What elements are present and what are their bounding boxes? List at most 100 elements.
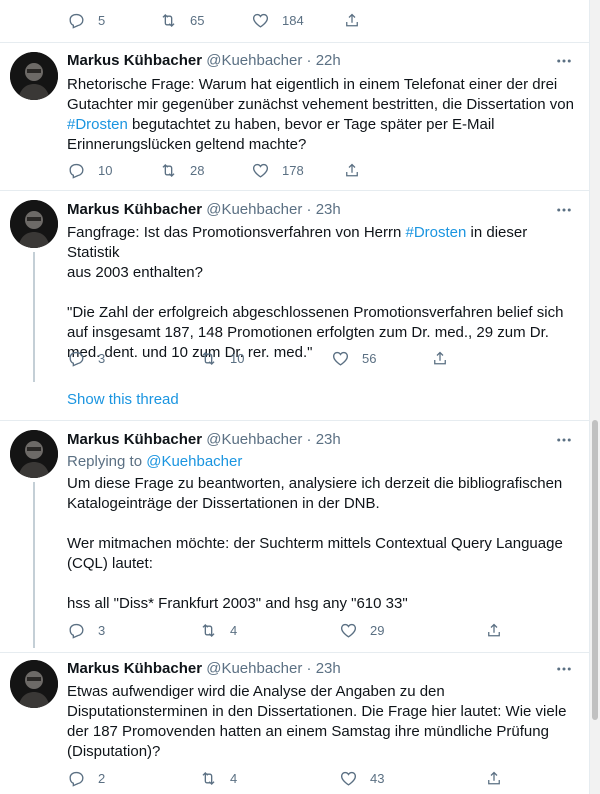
retweet-count: 10: [230, 350, 245, 366]
share-button[interactable]: [431, 349, 461, 368]
reply-icon: [69, 771, 84, 787]
share-icon: [346, 163, 358, 176]
tweet-text-part: in dieser Statistik aus 2003 enthalten? …: [67, 224, 564, 361]
avatar[interactable]: [10, 660, 58, 708]
author-handle[interactable]: @Kuehbacher: [206, 431, 302, 448]
show-thread-link[interactable]: Show this thread: [67, 391, 179, 408]
separator-dot: ·: [306, 660, 312, 677]
author-name[interactable]: Markus Kühbacher: [67, 201, 202, 218]
share-button[interactable]: [343, 11, 373, 30]
retweet-button[interactable]: 10: [159, 349, 291, 368]
like-count: 29: [370, 622, 385, 638]
retweet-button[interactable]: 28: [159, 161, 251, 180]
share-icon: [488, 771, 500, 784]
divider: [0, 652, 590, 653]
more-icon: [557, 208, 571, 212]
retweet-button[interactable]: 65: [159, 11, 251, 30]
author-name[interactable]: Markus Kühbacher: [67, 431, 202, 448]
tweet-header: Markus Kühbacher @Kuehbacher · 23h: [67, 660, 341, 678]
retweet-button[interactable]: 4: [199, 621, 339, 640]
like-button[interactable]: 29: [339, 621, 485, 640]
like-button[interactable]: 43: [339, 769, 485, 788]
reply-button[interactable]: 3: [67, 349, 159, 368]
heart-icon: [252, 163, 269, 178]
reply-icon: [69, 351, 84, 367]
retweet-count: 4: [230, 622, 238, 638]
more-button[interactable]: [555, 201, 573, 219]
reply-button[interactable]: 3: [67, 621, 199, 640]
replying-to: Replying to @Kuehbacher: [67, 452, 242, 472]
tweet-text-part: begutachtet zu haben, bevor er Tage spät…: [67, 116, 495, 153]
retweet-button[interactable]: 4: [199, 769, 339, 788]
tweet-text-part: Rhetorische Frage: Warum hat eigentlich …: [67, 76, 574, 113]
like-count: 184: [282, 12, 304, 28]
replying-to-handle[interactable]: @Kuehbacher: [146, 453, 242, 470]
tweet-text: Fangfrage: Ist das Promotionsverfahren v…: [67, 223, 577, 363]
share-button[interactable]: [485, 621, 515, 640]
reply-icon: [69, 13, 84, 29]
like-button[interactable]: 184: [251, 11, 343, 30]
reply-count: 10: [98, 162, 113, 178]
reply-icon: [69, 623, 84, 639]
heart-icon: [332, 351, 349, 366]
author-name[interactable]: Markus Kühbacher: [67, 660, 202, 677]
reply-count: 3: [98, 350, 106, 366]
hashtag-link[interactable]: #Drosten: [406, 224, 467, 241]
more-button[interactable]: [555, 52, 573, 70]
heart-icon: [252, 13, 269, 28]
retweet-icon: [202, 623, 215, 637]
tweet-text: Rhetorische Frage: Warum hat eigentlich …: [67, 75, 577, 155]
tweet-actions: 2 4 43: [67, 768, 515, 788]
tweet-actions: 3 4 29: [67, 620, 515, 640]
tweet-actions: 5 65 184: [67, 10, 373, 30]
like-button[interactable]: 178: [251, 161, 343, 180]
tweet-actions: 10 28 178: [67, 160, 373, 180]
more-button[interactable]: [555, 431, 573, 449]
tweet-text: Um diese Frage zu beantworten, analysier…: [67, 475, 563, 612]
timeline: 5 65 184 Markus Kühbacher @Kuehbacher · …: [0, 0, 590, 794]
thread-connector: [33, 252, 35, 382]
reply-button[interactable]: 5: [67, 11, 159, 30]
author-handle[interactable]: @Kuehbacher: [206, 52, 302, 69]
divider: [0, 420, 590, 421]
tweet-header: Markus Kühbacher @Kuehbacher · 23h: [67, 431, 341, 449]
heart-icon: [340, 623, 357, 638]
divider: [0, 42, 590, 43]
author-handle[interactable]: @Kuehbacher: [206, 660, 302, 677]
timestamp[interactable]: 23h: [316, 660, 341, 677]
like-button[interactable]: 56: [291, 349, 431, 368]
avatar[interactable]: [10, 430, 58, 478]
avatar[interactable]: [10, 52, 58, 100]
separator-dot: ·: [306, 201, 312, 218]
replying-to-label: Replying to: [67, 453, 147, 470]
share-button[interactable]: [485, 769, 515, 788]
more-icon: [557, 59, 571, 63]
tweet-text-part: Fangfrage: Ist das Promotionsverfahren v…: [67, 224, 406, 241]
more-icon: [557, 667, 571, 671]
hashtag-link[interactable]: #Drosten: [67, 116, 128, 133]
reply-count: 3: [98, 622, 106, 638]
like-count: 43: [370, 770, 385, 786]
timestamp[interactable]: 22h: [316, 52, 341, 69]
tweet-header: Markus Kühbacher @Kuehbacher · 23h: [67, 201, 341, 219]
timestamp[interactable]: 23h: [316, 431, 341, 448]
share-icon: [346, 13, 358, 26]
reply-button[interactable]: 2: [67, 769, 199, 788]
retweet-count: 28: [190, 162, 205, 178]
author-name[interactable]: Markus Kühbacher: [67, 52, 202, 69]
tweet-actions: 3 10 56: [67, 348, 461, 368]
more-icon: [557, 438, 571, 442]
like-count: 56: [362, 350, 377, 366]
reply-button[interactable]: 10: [67, 161, 159, 180]
scrollbar-thumb[interactable]: [592, 420, 598, 720]
separator-dot: ·: [306, 52, 312, 69]
scrollbar[interactable]: [590, 0, 600, 794]
avatar[interactable]: [10, 200, 58, 248]
like-count: 178: [282, 162, 304, 178]
reply-count: 5: [98, 12, 106, 28]
more-button[interactable]: [555, 660, 573, 678]
share-icon: [434, 351, 446, 364]
timestamp[interactable]: 23h: [316, 201, 341, 218]
author-handle[interactable]: @Kuehbacher: [206, 201, 302, 218]
share-button[interactable]: [343, 161, 373, 180]
